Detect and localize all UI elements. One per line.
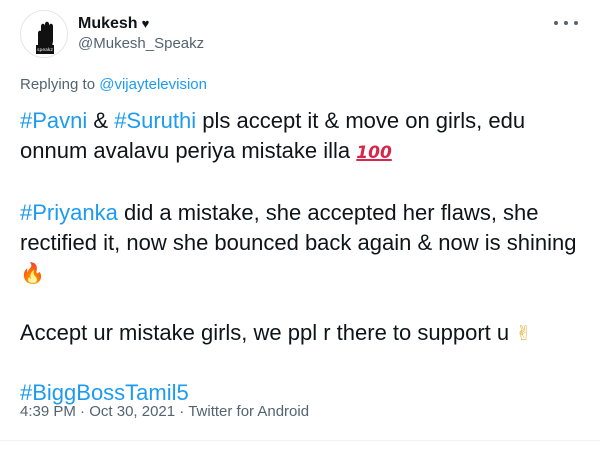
tweet-body: #Pavni & #Suruthi pls accept it & move o… [20, 106, 585, 408]
meta-separator: · [75, 403, 90, 420]
author-info: Mukesh ♥ @Mukesh_Speakz [78, 14, 204, 54]
more-dot [564, 21, 568, 25]
author-handle[interactable]: @Mukesh_Speakz [78, 34, 204, 54]
divider [0, 440, 600, 441]
tweet-header: speakz Mukesh ♥ @Mukesh_Speakz [20, 10, 580, 66]
hashtag-link[interactable]: #Pavni [20, 108, 87, 133]
heart-icon: ♥ [141, 16, 150, 31]
hashtag-link[interactable]: #Suruthi [114, 108, 196, 133]
replying-to-handle-link[interactable]: @vijaytelevision [99, 76, 207, 93]
tweet-metadata: 4:39 PM · Oct 30, 2021 · Twitter for And… [20, 402, 309, 422]
tweet-time[interactable]: 4:39 PM [20, 403, 76, 420]
replying-to: Replying to @vijaytelevision [20, 74, 207, 96]
victory-hand-emoji-icon: ✌ [515, 321, 532, 345]
replying-to-prefix: Replying to [20, 76, 100, 93]
tweet-date[interactable]: Oct 30, 2021 [89, 403, 175, 420]
tweet-text: Accept ur mistake girls, we ppl r there … [20, 320, 516, 345]
more-dot [554, 21, 558, 25]
hashtag-link[interactable]: #Priyanka [20, 200, 118, 225]
avatar-logo-text: speakz [37, 47, 53, 53]
tweet-paragraph: #Priyanka did a mistake, she accepted he… [20, 198, 585, 288]
tweet-source[interactable]: Twitter for Android [188, 403, 309, 420]
tweet-paragraph: Accept ur mistake girls, we ppl r there … [20, 318, 585, 348]
meta-separator: · [175, 403, 189, 420]
more-dot [574, 21, 578, 25]
author-display-name[interactable]: Mukesh [78, 14, 138, 34]
fire-emoji-icon: 🔥 [20, 261, 45, 285]
tweet-text: & [87, 108, 115, 133]
more-options-icon[interactable] [554, 16, 578, 30]
fist-logo-icon: speakz [36, 21, 54, 54]
avatar[interactable]: speakz [20, 10, 68, 58]
tweet-paragraph: #Pavni & #Suruthi pls accept it & move o… [20, 106, 585, 168]
hundred-points-emoji-icon: 100 [356, 143, 392, 163]
